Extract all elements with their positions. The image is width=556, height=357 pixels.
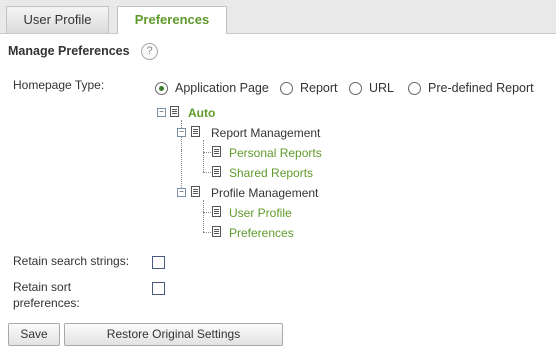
tab-bar: User Profile Preferences [0, 0, 556, 34]
radio-application-page[interactable] [155, 82, 168, 95]
retain-sort-label-line1: Retain sort [13, 280, 72, 294]
tree-node-shared-reports[interactable]: Shared Reports [229, 166, 313, 180]
radio-url[interactable] [349, 82, 362, 95]
tab-user-profile[interactable]: User Profile [6, 6, 109, 33]
radio-label-predefined-report: Pre-defined Report [428, 81, 534, 95]
radio-label-report: Report [300, 81, 338, 95]
tree-connector [203, 212, 211, 213]
collapse-report-management-icon[interactable]: − [177, 128, 186, 137]
retain-sort-checkbox[interactable] [152, 282, 165, 295]
radio-report[interactable] [280, 82, 293, 95]
page-doc-icon [212, 226, 221, 237]
tree-node-personal-reports[interactable]: Personal Reports [229, 146, 322, 160]
radio-label-application-page: Application Page [175, 81, 269, 95]
tree-connector [203, 140, 204, 172]
tree-node-report-management[interactable]: Report Management [211, 126, 320, 140]
page-doc-icon [212, 206, 221, 217]
tree-connector [203, 172, 211, 173]
tree-node-user-profile[interactable]: User Profile [229, 206, 292, 220]
folder-doc-icon [170, 106, 179, 117]
page-doc-icon [212, 146, 221, 157]
page-title: Manage Preferences [8, 44, 130, 58]
tab-preferences[interactable]: Preferences [117, 6, 227, 34]
tree-node-profile-management[interactable]: Profile Management [211, 186, 318, 200]
tree-connector [203, 200, 204, 232]
collapse-root-icon[interactable]: − [157, 108, 166, 117]
tree-connector [203, 232, 211, 233]
collapse-profile-management-icon[interactable]: − [177, 188, 186, 197]
page-doc-icon [212, 166, 221, 177]
homepage-type-label: Homepage Type: [13, 78, 105, 92]
tree-connector [203, 152, 211, 153]
restore-settings-button[interactable]: Restore Original Settings [64, 323, 283, 346]
retain-search-label: Retain search strings: [13, 254, 130, 268]
folder-doc-icon [191, 126, 200, 137]
retain-sort-label-line2: preferences: [13, 296, 80, 310]
tree-node-auto[interactable]: Auto [188, 106, 215, 120]
tree-connector [181, 150, 182, 164]
radio-predefined-report[interactable] [408, 82, 421, 95]
tree-node-preferences[interactable]: Preferences [229, 226, 294, 240]
help-icon[interactable]: ? [141, 43, 158, 60]
save-button[interactable]: Save [8, 323, 60, 346]
folder-doc-icon [191, 186, 200, 197]
radio-label-url: URL [369, 81, 395, 95]
retain-search-checkbox[interactable] [152, 256, 165, 269]
